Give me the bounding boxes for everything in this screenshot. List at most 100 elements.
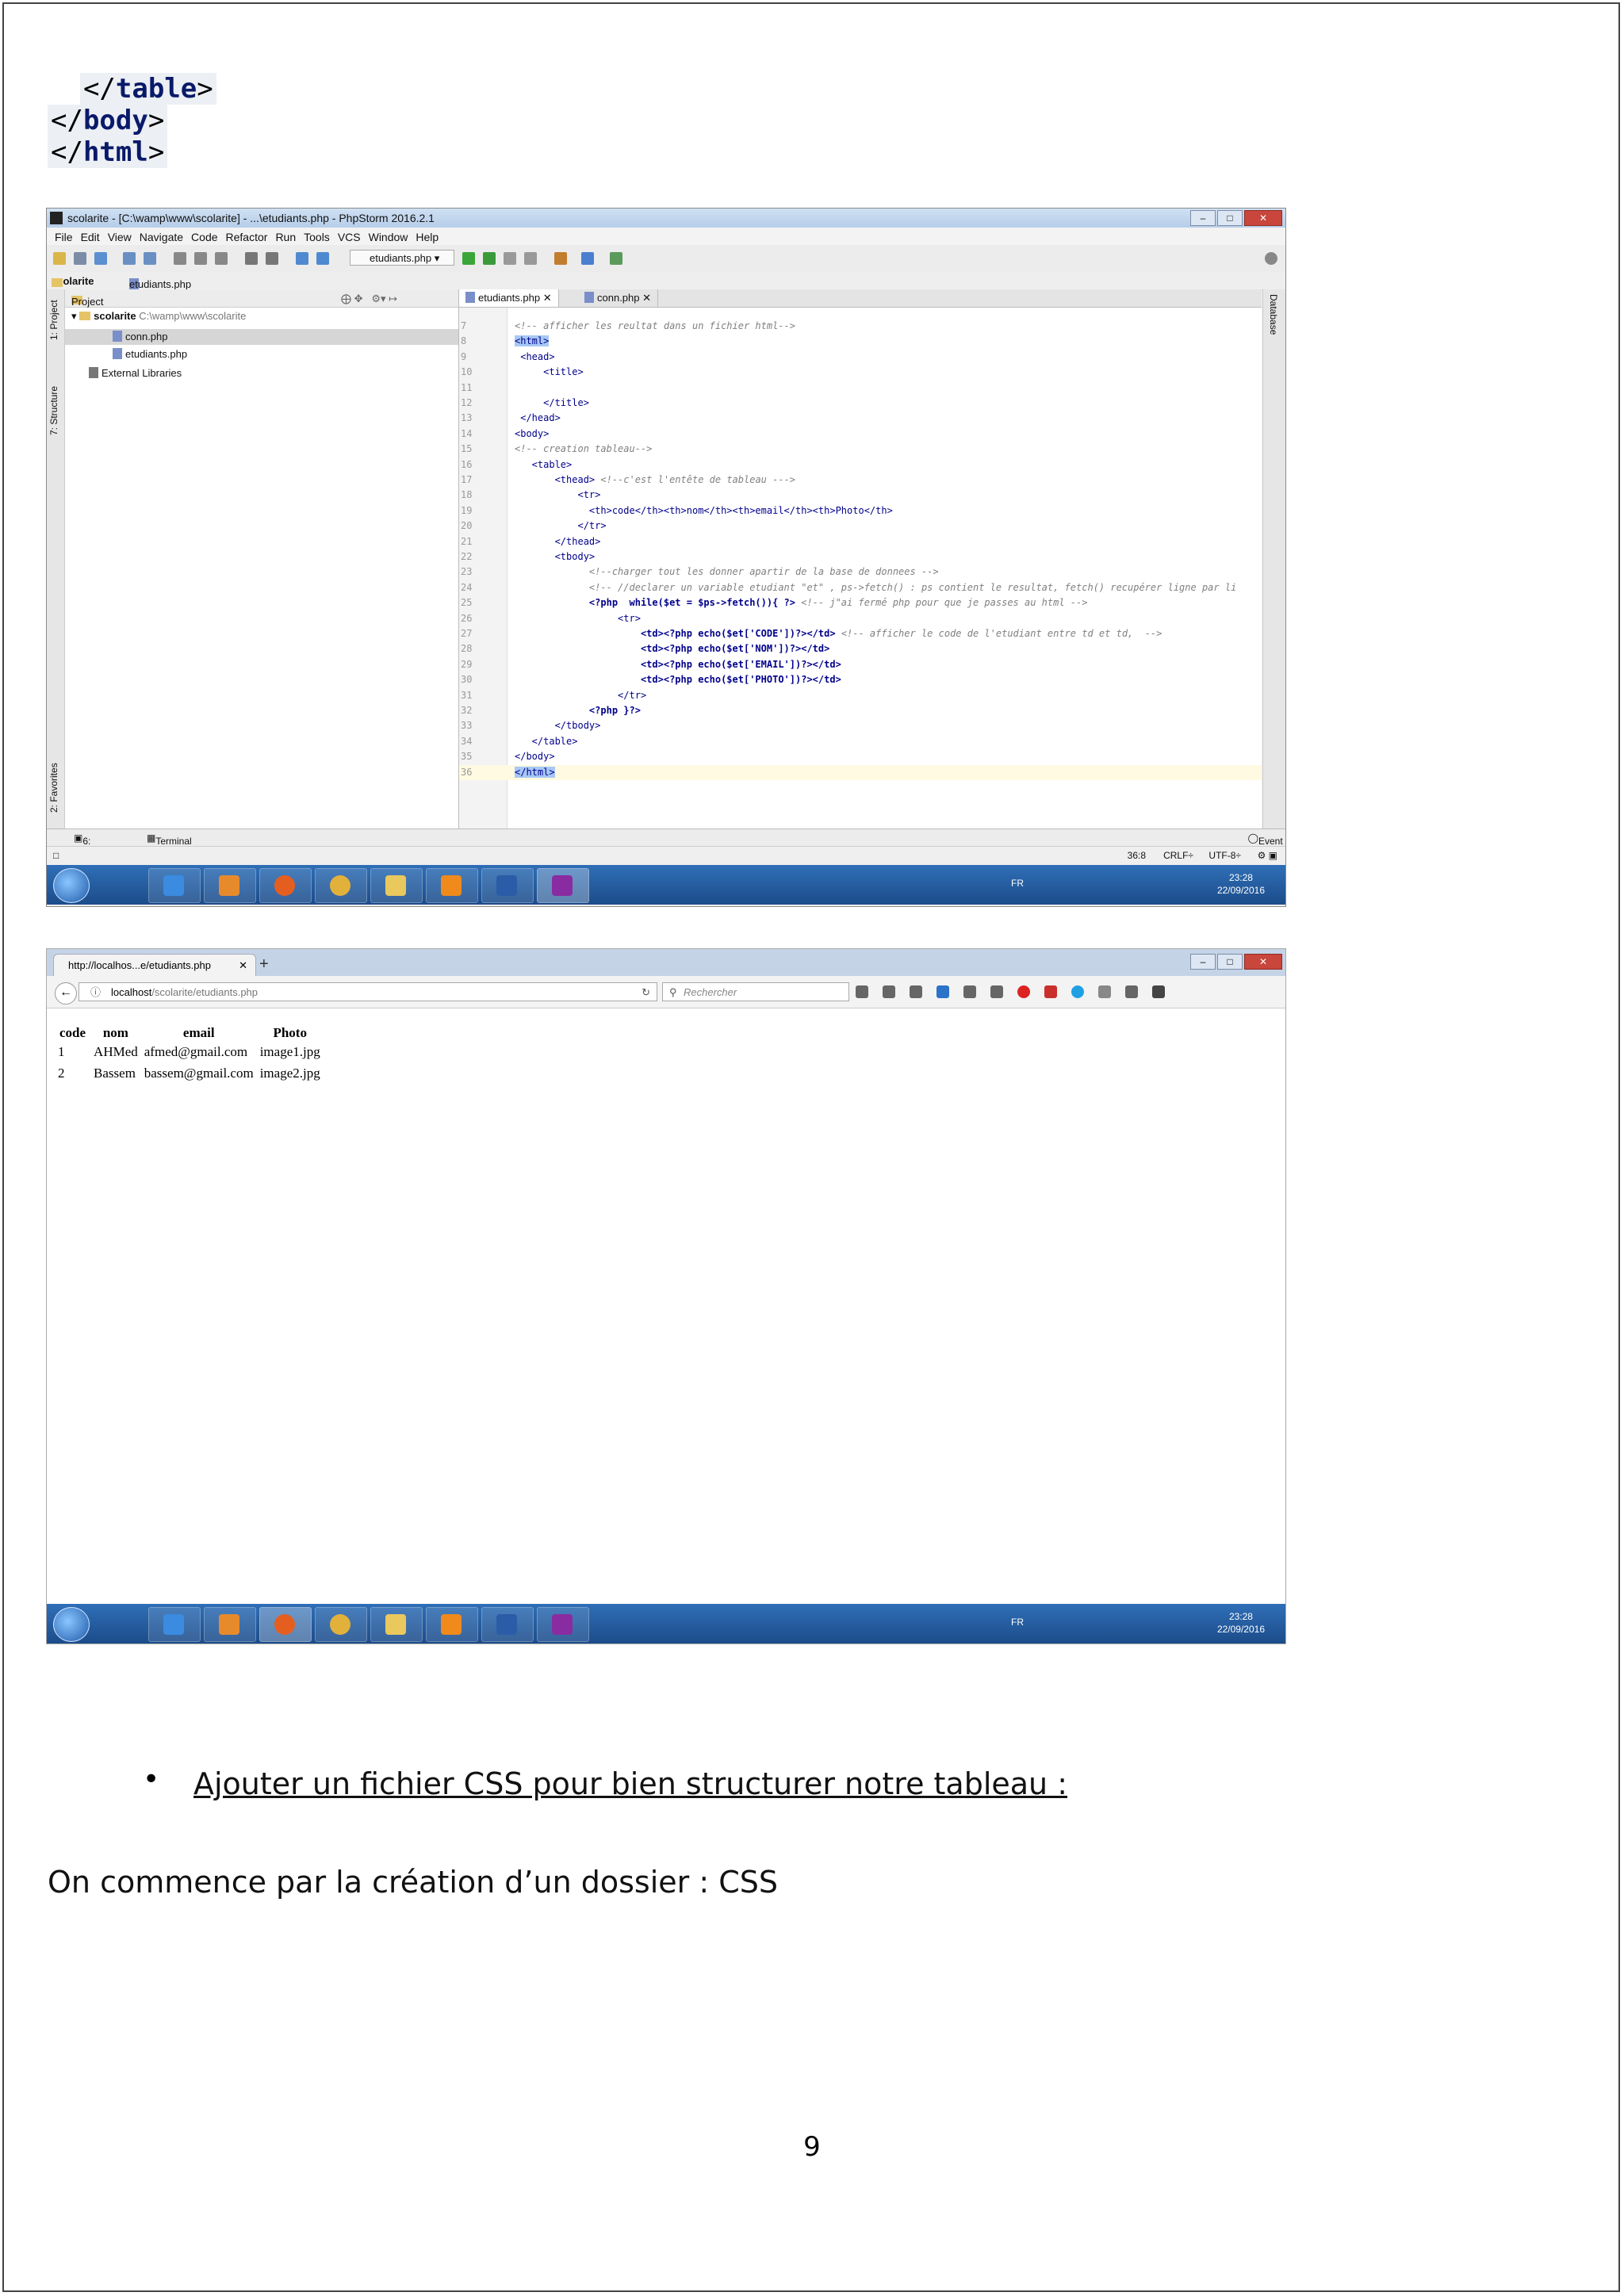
new-tab-button[interactable]: + (259, 955, 269, 974)
tree-external-libraries[interactable]: External Libraries (89, 367, 182, 379)
language-indicator-2[interactable]: FR (1011, 1617, 1024, 1628)
firefox-taskbar-button[interactable] (259, 868, 312, 903)
site-info-icon[interactable]: ⓘ (90, 983, 101, 1002)
help-icon[interactable] (581, 252, 594, 265)
redo-icon[interactable] (144, 252, 156, 265)
minimize-button[interactable]: – (1190, 210, 1216, 226)
chrome-taskbar-button[interactable] (315, 868, 367, 903)
system-clock-2[interactable]: 23:28 22/09/2016 (1217, 1610, 1265, 1636)
adblock-icon[interactable] (1017, 985, 1030, 998)
menu-item-code[interactable]: Code (191, 231, 217, 243)
panel-tools-icon[interactable]: ⨁ ✥ ⚙▾ ↦ (341, 293, 397, 305)
debug-icon[interactable] (483, 252, 496, 265)
vlc-taskbar-button[interactable] (426, 868, 478, 903)
project-view-select[interactable]: Project ▾ (71, 293, 103, 308)
maximize-button[interactable]: □ (1217, 210, 1243, 226)
browser-close-button[interactable]: ✕ (1244, 954, 1282, 970)
media-player-taskbar-button-2[interactable] (204, 1607, 256, 1642)
back-icon[interactable] (296, 252, 308, 265)
save-icon[interactable] (74, 252, 86, 265)
copy-icon[interactable] (194, 252, 207, 265)
firefox-taskbar-button-2[interactable] (259, 1607, 312, 1642)
explorer-taskbar-button-2[interactable] (370, 1607, 423, 1642)
phpstorm-taskbar-button[interactable] (537, 868, 589, 903)
pocket-icon[interactable] (910, 985, 922, 998)
settings-icon[interactable] (554, 252, 567, 265)
caret-position[interactable]: 36:8 (1128, 850, 1146, 861)
menu-item-refactor[interactable]: Refactor (226, 231, 268, 243)
chrome-taskbar-button-2[interactable] (315, 1607, 367, 1642)
menu-item-window[interactable]: Window (369, 231, 408, 243)
word-taskbar-button[interactable] (481, 868, 534, 903)
chat-icon[interactable] (990, 985, 1003, 998)
home-icon[interactable] (963, 985, 976, 998)
reload-icon[interactable]: ↻ (642, 983, 650, 1002)
browser-tab[interactable]: http://localhos...e/etudiants.php ✕ (53, 954, 256, 976)
download-icon[interactable] (936, 985, 949, 998)
phpstorm-taskbar-button-2[interactable] (537, 1607, 589, 1642)
search-everywhere-icon[interactable] (1265, 252, 1277, 265)
file-encoding[interactable]: UTF-8÷ (1208, 850, 1241, 861)
terminal-tool-button[interactable]: ▦ Terminal (147, 832, 192, 847)
code-editor[interactable]: etudiants.php ✕ conn.php ✕ 7 <!-- affiche… (459, 289, 1262, 828)
vlc-taskbar-button-2[interactable] (426, 1607, 478, 1642)
forward-icon[interactable] (316, 252, 329, 265)
line-separator[interactable]: CRLF÷ (1163, 850, 1193, 861)
translate-icon[interactable] (1044, 985, 1057, 998)
paste-icon[interactable] (215, 252, 228, 265)
close-button[interactable]: ✕ (1244, 210, 1282, 226)
menu-item-navigate[interactable]: Navigate (140, 231, 183, 243)
menu-item-help[interactable]: Help (416, 231, 439, 243)
favorites-tool-tab[interactable]: 2: Favorites (48, 746, 63, 813)
menu-item-vcs[interactable]: VCS (338, 231, 361, 243)
database-tool-tab[interactable]: Database (1268, 294, 1279, 335)
tab-etudiants[interactable]: etudiants.php ✕ (459, 289, 559, 307)
menu-item-tools[interactable]: Tools (304, 231, 330, 243)
undo-icon[interactable] (123, 252, 136, 265)
explorer-taskbar-button[interactable] (370, 868, 423, 903)
todo-tool-button[interactable]: ▣ 6: TODO (74, 832, 110, 858)
event-log-button[interactable]: ◯ Event Log (1248, 832, 1283, 858)
search-box[interactable]: ⚲ Rechercher (662, 982, 849, 1001)
close-tab-icon[interactable]: ✕ (239, 955, 247, 977)
tree-file-conn[interactable]: conn.php (65, 329, 458, 345)
bookmark-star-icon[interactable] (856, 985, 868, 998)
menu-item-edit[interactable]: Edit (81, 231, 100, 243)
clipboard-icon[interactable] (1125, 985, 1138, 998)
ie-taskbar-button-2[interactable] (148, 1607, 201, 1642)
cut-icon[interactable] (174, 252, 186, 265)
ie-taskbar-button[interactable] (148, 868, 201, 903)
run-icon[interactable] (462, 252, 475, 265)
tree-file-etudiants[interactable]: etudiants.php (113, 348, 187, 360)
menu-item-run[interactable]: Run (275, 231, 296, 243)
lock-icon[interactable]: ⚙ ▣ (1258, 850, 1277, 861)
extension-icon[interactable] (1098, 985, 1111, 998)
replace-icon[interactable] (266, 252, 278, 265)
structure-icon[interactable] (610, 252, 622, 265)
menu-item-file[interactable]: File (55, 231, 73, 243)
structure-tool-tab[interactable]: 7: Structure (48, 372, 63, 435)
stop-icon[interactable] (524, 252, 537, 265)
sync-icon[interactable] (94, 252, 107, 265)
language-indicator[interactable]: FR (1011, 878, 1024, 889)
menu-icon[interactable] (1152, 985, 1165, 998)
open-folder-icon[interactable] (53, 252, 66, 265)
browser-maximize-button[interactable]: □ (1217, 954, 1243, 970)
media-player-taskbar-button[interactable] (204, 868, 256, 903)
coverage-icon[interactable] (504, 252, 516, 265)
browser-minimize-button[interactable]: – (1190, 954, 1216, 970)
back-button[interactable]: ← (55, 982, 77, 1004)
breadcrumb-project[interactable]: scolarite (52, 275, 94, 287)
start-button[interactable] (53, 868, 90, 903)
menu-item-view[interactable]: View (108, 231, 132, 243)
url-bar[interactable]: ⓘ localhost/scolarite/etudiants.php ↻ (79, 982, 657, 1001)
tab-conn[interactable]: conn.php ✕ (578, 289, 659, 307)
find-icon[interactable] (245, 252, 258, 265)
reading-list-icon[interactable] (883, 985, 895, 998)
word-taskbar-button-2[interactable] (481, 1607, 534, 1642)
status-toggle-icon[interactable]: □ (53, 850, 59, 861)
project-tool-tab[interactable]: 1: Project (48, 293, 63, 340)
system-clock[interactable]: 23:28 22/09/2016 (1217, 871, 1265, 897)
run-config-select[interactable]: etudiants.php ▾ (350, 250, 454, 266)
start-button-2[interactable] (53, 1607, 90, 1642)
